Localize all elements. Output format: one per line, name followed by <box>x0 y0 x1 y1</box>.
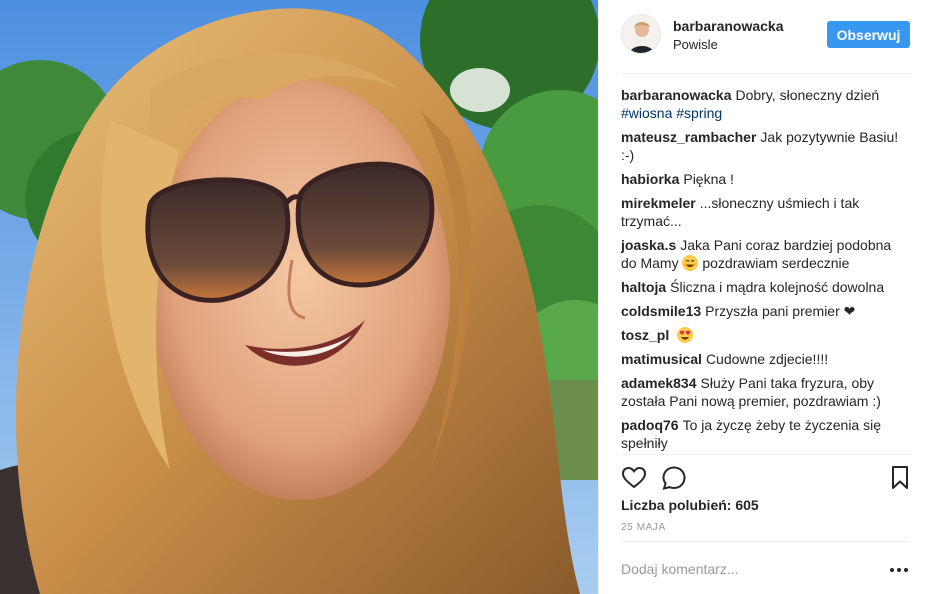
comment-username[interactable]: mirekmeler <box>621 195 696 211</box>
comment-username[interactable]: mateusz_rambacher <box>621 129 756 145</box>
hashtag-link[interactable]: #wiosna <box>621 105 672 121</box>
hashtag-link[interactable]: #spring <box>676 105 722 121</box>
comment-username[interactable]: coldsmile13 <box>621 303 701 319</box>
heart-eyes-icon <box>677 327 694 343</box>
add-comment-input[interactable] <box>621 558 871 580</box>
selfie-image <box>0 0 598 594</box>
comment-item: coldsmile13 Przyszła pani premier ❤ <box>621 302 906 320</box>
likes-count[interactable]: Liczba polubień: 605 <box>621 497 759 513</box>
comment-item: mirekmeler ...słoneczny uśmiech i tak trz… <box>621 194 906 230</box>
caption: barbaranowacka Dobry, słoneczny dzień #wi… <box>621 86 906 122</box>
caption-text: Dobry, słoneczny dzień <box>735 87 880 103</box>
comment-username[interactable]: adamek834 <box>621 375 697 391</box>
avatar-image <box>622 15 660 53</box>
post-date[interactable]: 25 MAJA <box>621 522 666 533</box>
comment-username[interactable]: habiorka <box>621 171 679 187</box>
more-options-icon[interactable] <box>890 562 910 576</box>
author-username[interactable]: barbaranowacka <box>673 18 784 34</box>
post-side-panel: barbaranowacka Powisle Obserwuj barbaran… <box>598 0 932 594</box>
comment-username[interactable]: tosz_pl <box>621 327 669 343</box>
comment-item: haltoja Śliczna i mądra kolejność dowolna <box>621 278 906 296</box>
comments-list: barbaranowacka Dobry, słoneczny dzień #wi… <box>621 86 906 454</box>
add-comment-section <box>621 541 910 594</box>
post-header: barbaranowacka Powisle Obserwuj <box>621 14 910 74</box>
comment-text: Przyszła pani premier ❤ <box>705 303 856 319</box>
comment-text: Piękna ! <box>683 171 734 187</box>
comment-username[interactable]: padoq76 <box>621 417 679 433</box>
bookmark-icon[interactable] <box>890 465 910 491</box>
comment-icon[interactable] <box>661 465 687 491</box>
comment-item: adamek834 Służy Pani taka fryzura, oby zo… <box>621 374 906 410</box>
smiling-face-icon <box>682 255 699 271</box>
comment-item: tosz_pl <box>621 326 906 344</box>
like-icon[interactable] <box>621 465 647 491</box>
post-photo[interactable] <box>0 0 598 594</box>
comment-item: matimusical Cudowne zdjecie!!!! <box>621 350 906 368</box>
comment-item: joaska.s Jaka Pani coraz bardziej podobna… <box>621 236 906 272</box>
comment-username[interactable]: haltoja <box>621 279 666 295</box>
post-actions <box>621 454 910 498</box>
avatar[interactable] <box>621 14 661 54</box>
comment-item: mateusz_rambacher Jak pozytywnie Basiu! :… <box>621 128 906 164</box>
comment-username[interactable]: matimusical <box>621 351 702 367</box>
caption-username[interactable]: barbaranowacka <box>621 87 732 103</box>
comment-text: pozdrawiam serdecznie <box>702 255 850 271</box>
post-location[interactable]: Powisle <box>673 37 718 52</box>
comment-username[interactable]: joaska.s <box>621 237 676 253</box>
comment-text: Cudowne zdjecie!!!! <box>705 351 829 367</box>
comment-item: habiorka Piękna ! <box>621 170 906 188</box>
instagram-post: barbaranowacka Powisle Obserwuj barbaran… <box>0 0 932 594</box>
follow-button[interactable]: Obserwuj <box>827 21 910 48</box>
comment-item: padoq76 To ja życzę żeby te życzenia się … <box>621 416 906 452</box>
comment-text: Śliczna i mądra kolejność dowolna <box>670 279 885 295</box>
